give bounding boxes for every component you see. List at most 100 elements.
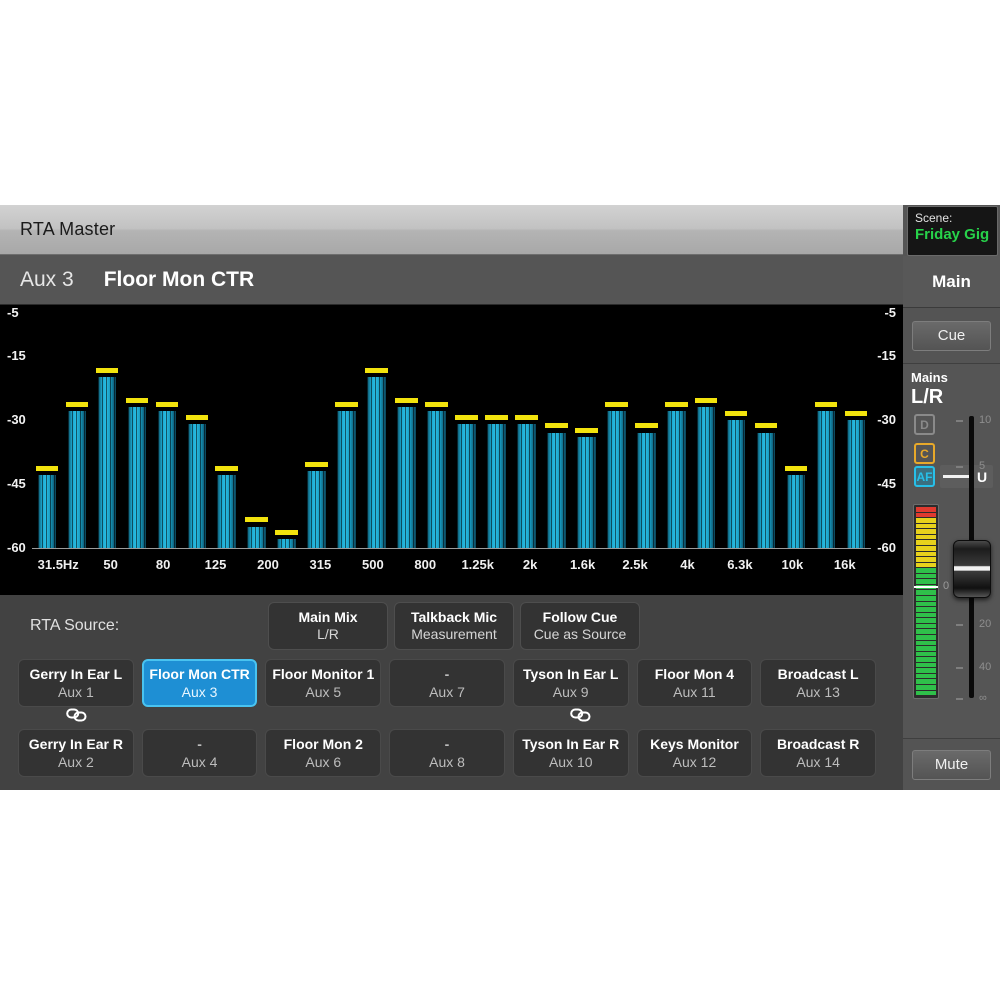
rta-bar [397,313,416,548]
dca-tag-button[interactable]: D [914,414,935,435]
rta-y-tick-label: -30 [7,412,26,427]
aux-button-name: Floor Mon CTR [149,665,249,683]
rta-bar-fill [607,411,626,548]
cue-button[interactable]: Cue [912,321,991,351]
aux-button-name: - [197,735,202,753]
mute-button[interactable]: Mute [912,750,991,780]
aux-button-aux-5[interactable]: Floor Monitor 1Aux 5 [265,659,381,707]
aux-button-name: Floor Mon 4 [655,665,734,683]
rta-peak-hold [66,402,89,407]
rta-y-tick-label: -45 [877,476,896,491]
rta-bar-fill [637,433,656,548]
rta-x-tick-label: 50 [103,557,117,572]
mains-value: L/R [911,386,1000,408]
rta-y-tick-label: -5 [884,305,896,320]
meter-segment [916,529,926,534]
scene-display[interactable]: Scene: Friday Gig [907,206,998,256]
aux-button-aux-2[interactable]: Gerry In Ear RAux 2 [18,729,134,777]
meter-segment [926,518,936,523]
cue-button-wrap: Cue [903,308,1000,364]
main-panel: RTA Master Aux 3 Floor Mon CTR -5-15-30-… [0,205,903,790]
rta-x-tick-label: 125 [205,557,227,572]
meter-segment [926,613,936,618]
meter-segment [916,535,926,540]
rta-peak-hold [305,462,328,467]
fader-scale-label: 40 [979,661,991,673]
rta-bar-fill [188,424,207,548]
afl-tag-button[interactable]: AF [914,466,935,487]
rta-bar [337,313,356,548]
link-icon[interactable] [570,708,592,722]
rta-bar [188,313,207,548]
rta-bar [697,313,716,548]
rta-bar [787,313,806,548]
aux-button-aux-7[interactable]: -Aux 7 [389,659,505,707]
rta-baseline [32,548,871,549]
source-button-subtitle: Measurement [411,626,497,643]
aux-button-aux-12[interactable]: Keys MonitorAux 12 [637,729,753,777]
source-button-title: Follow Cue [543,609,618,626]
aux-button-number: Aux 4 [182,753,218,771]
aux-button-aux-13[interactable]: Broadcast LAux 13 [760,659,876,707]
rta-bar-fill [217,475,236,548]
meter-zero-label: 0 [943,580,949,592]
meter-segment [916,563,926,568]
meter-segment [926,624,936,629]
aux-button-number: Aux 6 [305,753,341,771]
aux-button-name: Gerry In Ear R [29,735,123,753]
rta-peak-hold [96,368,119,373]
rta-graph[interactable]: -5-15-30-45-60 -5-15-30-45-60 31.5Hz5080… [0,305,903,595]
aux-button-aux-3[interactable]: Floor Mon CTRAux 3 [142,659,258,707]
rta-x-tick-label: 2.5k [622,557,647,572]
fader-knob[interactable] [953,540,991,598]
rta-peak-hold [275,530,298,535]
source-button-follow-cue[interactable]: Follow Cue Cue as Source [520,602,640,650]
source-button-talkback-mic[interactable]: Talkback Mic Measurement [394,602,514,650]
aux-button-aux-1[interactable]: Gerry In Ear LAux 1 [18,659,134,707]
rta-bar [98,313,117,548]
rta-bar-fill [697,407,716,548]
channel-header[interactable]: Aux 3 Floor Mon CTR [0,255,903,305]
rta-bar-fill [577,437,596,548]
source-button-main-mix[interactable]: Main Mix L/R [268,602,388,650]
aux-button-number: Aux 10 [549,753,593,771]
meter-segment [916,635,926,640]
fader-scale-label: 10 [979,414,991,426]
rta-peak-hold [126,398,149,403]
fader-scale-label: 20 [979,618,991,630]
fader-scale-label: 5 [979,460,985,472]
aux-button-aux-10[interactable]: Tyson In Ear RAux 10 [513,729,629,777]
aux-button-aux-8[interactable]: -Aux 8 [389,729,505,777]
aux-button-aux-6[interactable]: Floor Mon 2Aux 6 [265,729,381,777]
rta-bar-fill [277,539,296,548]
rta-bar-fill [307,471,326,548]
aux-button-aux-11[interactable]: Floor Mon 4Aux 11 [637,659,753,707]
rta-bar [367,313,386,548]
rta-bar-fill [667,411,686,548]
meter-segment [916,679,926,684]
link-icon[interactable] [66,708,88,722]
strip-header[interactable]: Main [903,256,1000,308]
aux-button-aux-14[interactable]: Broadcast RAux 14 [760,729,876,777]
aux-button-name: - [445,665,450,683]
rta-bar [667,313,686,548]
rta-peak-hold [335,402,358,407]
aux-button-aux-4[interactable]: -Aux 4 [142,729,258,777]
rta-x-tick-label: 1.6k [570,557,595,572]
rta-peak-hold [785,466,808,471]
meter-segment [916,524,926,529]
rta-peak-hold [395,398,418,403]
rta-bar-fill [847,420,866,548]
rta-bar [847,313,866,548]
aux-row-odd: Gerry In Ear LAux 1Floor Mon CTRAux 3Flo… [18,659,884,707]
meter-segment [926,691,936,696]
fader-scale-tick [956,698,963,700]
meter-segment [916,574,926,579]
meter-segment [926,574,936,579]
meter-segment [926,552,936,557]
aux-button-aux-9[interactable]: Tyson In Ear LAux 9 [513,659,629,707]
cue-tag-button[interactable]: C [914,443,935,464]
aux-button-name: Keys Monitor [650,735,739,753]
rta-bar [38,313,57,548]
aux-button-number: Aux 3 [182,683,218,701]
